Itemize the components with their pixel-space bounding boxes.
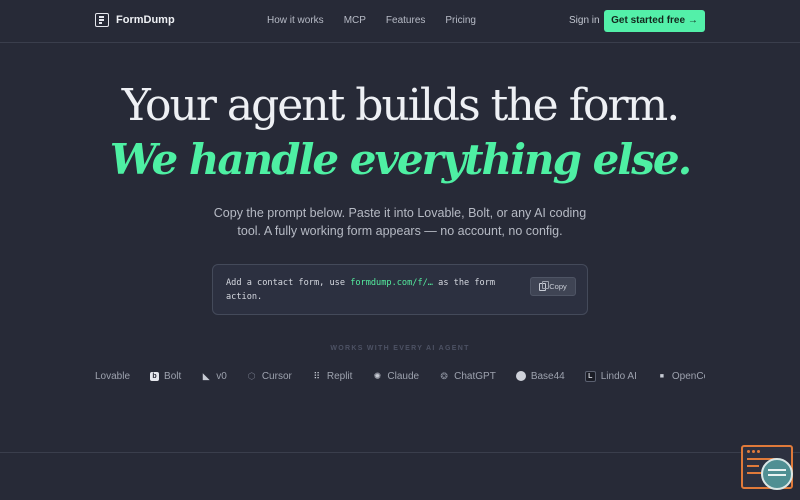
copy-icon: [539, 280, 550, 291]
agent-name: Base44: [530, 370, 565, 382]
landing-page: FormDump How it works MCP Features Prici…: [0, 0, 800, 500]
agent-name: Lindo AI: [600, 370, 637, 382]
hero-subtitle: Copy the prompt below. Paste it into Lov…: [213, 206, 587, 238]
agent-logos: Lovable b Bolt ◣ v0 ⬡ Cursor ⠿ Replit ✺ …: [95, 369, 705, 383]
brand-name: FormDump: [116, 14, 175, 26]
prompt-text[interactable]: Add a contact form, use formdump.com/f/……: [226, 276, 516, 304]
nav-link-features[interactable]: Features: [386, 15, 425, 26]
replit-icon: ⠿: [313, 370, 321, 381]
copy-label: Copy: [549, 282, 567, 291]
hero-headline: Your agent builds the form.: [121, 80, 680, 131]
agent-name: v0: [216, 370, 227, 382]
agent-lovable: Lovable: [95, 371, 130, 382]
base44-icon: [515, 371, 526, 381]
prompt-url: formdump.com/f/…: [350, 278, 433, 288]
prompt-box: Add a contact form, use formdump.com/f/……: [212, 264, 588, 315]
agent-name: Claude: [387, 370, 420, 382]
agent-chatgpt: ❂ ChatGPT: [439, 370, 496, 382]
agent-base44: Base44: [515, 370, 565, 382]
nav-link-mcp[interactable]: MCP: [344, 15, 366, 26]
agent-replit: ⠿ Replit: [312, 371, 353, 382]
bolt-icon: b: [150, 371, 160, 381]
formdump-logo-icon: [95, 13, 109, 27]
agent-lindo-ai: L Lindo AI: [584, 370, 637, 382]
cursor-icon: ⬡: [247, 370, 256, 381]
agent-bolt: b Bolt: [150, 371, 181, 382]
agent-cursor: ⬡ Cursor: [247, 371, 292, 382]
opencode-icon: ■: [659, 372, 664, 380]
claude-icon: ✺: [373, 370, 382, 381]
works-with-label: WORKS WITH EVERY AI AGENT: [330, 345, 470, 352]
agent-name: Lovable: [95, 370, 131, 382]
hero-tagline: We handle everything else.: [109, 135, 693, 184]
agent-claude: ✺ Claude: [372, 371, 419, 382]
agent-name: OpenCode: [671, 370, 705, 382]
copy-button[interactable]: Copy: [530, 277, 576, 296]
top-nav: FormDump How it works MCP Features Prici…: [0, 0, 800, 43]
agent-name: Cursor: [261, 370, 292, 382]
prompt-text-start: Add a contact form, use: [226, 278, 351, 288]
agent-opencode: ■ OpenCode: [657, 371, 705, 382]
section-divider: [0, 452, 800, 453]
get-started-button[interactable]: Get started free →: [604, 10, 705, 32]
agent-name: ChatGPT: [454, 370, 496, 382]
nav-link-pricing[interactable]: Pricing: [445, 15, 476, 26]
brand[interactable]: FormDump: [95, 13, 175, 27]
v0-icon: ◣: [202, 370, 210, 381]
lindo-icon: L: [584, 370, 596, 382]
agent-name: Bolt: [164, 370, 182, 382]
agent-name: Replit: [326, 370, 353, 382]
agent-v0: ◣ v0: [201, 371, 227, 382]
chat-badge-icon[interactable]: [761, 458, 793, 490]
nav-link-how-it-works[interactable]: How it works: [267, 15, 324, 26]
nav-links: How it works MCP Features Pricing: [267, 15, 476, 26]
sign-in-link[interactable]: Sign in: [569, 15, 600, 26]
chatgpt-icon: ❂: [440, 370, 448, 381]
